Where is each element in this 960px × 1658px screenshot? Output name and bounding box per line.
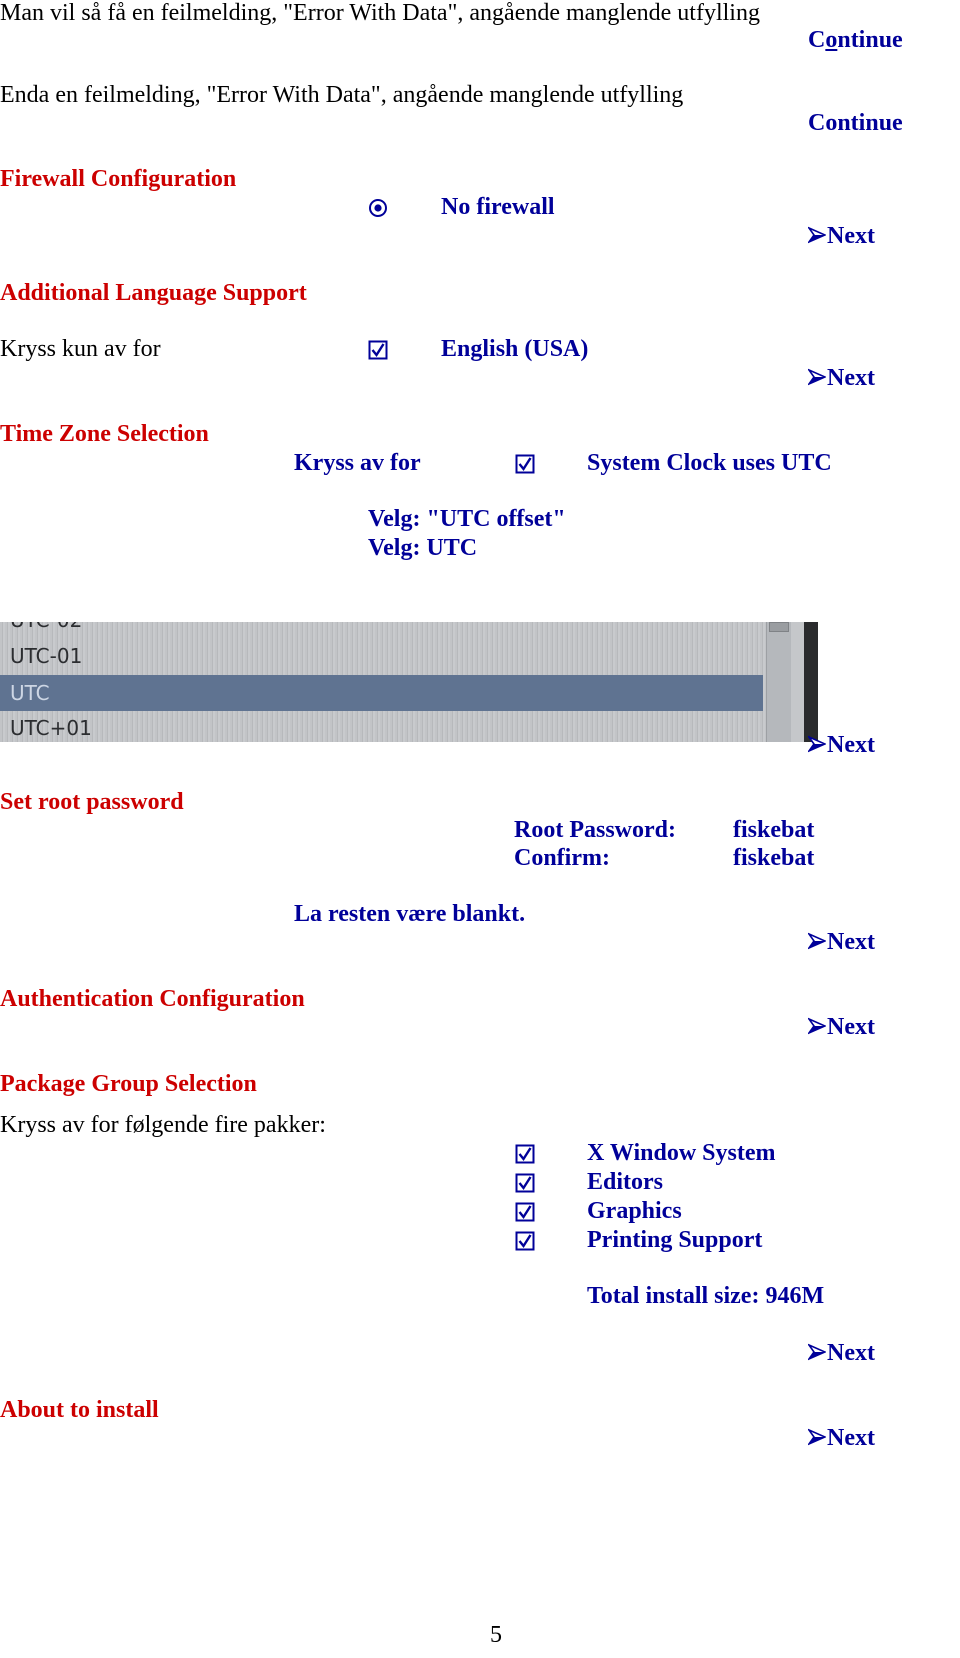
- root-password-label: Root Password:: [514, 817, 676, 843]
- arrow-right-icon: [808, 1017, 826, 1035]
- timezone-instruction: Kryss av for: [294, 450, 421, 476]
- checkbox-checked-icon[interactable]: [515, 1144, 535, 1164]
- checkbox-checked-icon[interactable]: [368, 340, 388, 360]
- arrow-right-icon: [808, 1428, 826, 1446]
- continue-label-pre: C: [808, 27, 826, 53]
- list-frame-gap: [791, 622, 804, 742]
- checkbox-checked-icon[interactable]: [515, 454, 535, 474]
- checkbox-checked-icon[interactable]: [515, 1202, 535, 1222]
- timezone-list-item[interactable]: UTC+01: [0, 710, 763, 742]
- timezone-list-item[interactable]: UTC-01: [0, 638, 763, 674]
- language-next-button[interactable]: Next: [808, 365, 875, 392]
- next-label: Next: [827, 732, 875, 758]
- timezone-select-instruction-1: Velg: "UTC offset": [368, 506, 566, 532]
- authentication-heading: Authentication Configuration: [0, 986, 305, 1012]
- timezone-list-screenshot: UTC-02 UTC-01 UTC UTC+01: [0, 622, 818, 742]
- firewall-option-label: No firewall: [441, 194, 555, 220]
- next-label: Next: [827, 929, 875, 955]
- arrow-right-icon: [808, 1343, 826, 1361]
- page-number: 5: [490, 1622, 502, 1648]
- timezone-list-item-selected[interactable]: UTC: [0, 675, 763, 711]
- language-heading: Additional Language Support: [0, 280, 307, 306]
- packages-heading: Package Group Selection: [0, 1071, 257, 1097]
- firewall-heading: Firewall Configuration: [0, 166, 237, 192]
- next-label: Next: [827, 1340, 875, 1366]
- arrow-right-icon: [808, 226, 826, 244]
- total-install-size: Total install size: 946M: [587, 1283, 825, 1309]
- timezone-list-scrollbar[interactable]: [766, 622, 791, 742]
- list-frame-edge: [804, 622, 818, 742]
- root-password-next-button[interactable]: Next: [808, 929, 875, 956]
- about-to-install-next-button[interactable]: Next: [808, 1425, 875, 1452]
- timezone-list-item[interactable]: UTC-02: [0, 622, 763, 638]
- timezone-next-button[interactable]: Next: [808, 732, 875, 759]
- continue-label-mnemonic: o: [825, 27, 838, 53]
- packages-instruction: Kryss av for følgende fire pakker:: [0, 1112, 326, 1138]
- continue-label-post: ntinue: [837, 27, 903, 53]
- next-label: Next: [827, 365, 875, 391]
- error-message-1: Man vil så få en feilmelding, "Error Wit…: [0, 0, 760, 26]
- language-option-label: English (USA): [441, 336, 589, 362]
- package-item: Printing Support: [587, 1227, 763, 1253]
- root-password-value: fiskebat: [733, 817, 815, 843]
- error-message-2: Enda en feilmelding, "Error With Data", …: [0, 82, 684, 108]
- package-item: Graphics: [587, 1198, 682, 1224]
- confirm-password-value: fiskebat: [733, 845, 815, 871]
- confirm-password-label: Confirm:: [514, 845, 610, 871]
- timezone-heading: Time Zone Selection: [0, 421, 209, 447]
- utc-clock-option-label: System Clock uses UTC: [587, 450, 832, 476]
- continue-button-1[interactable]: Continue: [808, 27, 903, 54]
- checkbox-checked-icon[interactable]: [515, 1173, 535, 1193]
- root-password-heading: Set root password: [0, 789, 184, 815]
- package-item: Editors: [587, 1169, 664, 1195]
- timezone-select-instruction-2: Velg: UTC: [368, 535, 478, 561]
- about-to-install-heading: About to install: [0, 1397, 159, 1423]
- checkbox-checked-icon[interactable]: [515, 1231, 535, 1251]
- language-instruction: Kryss kun av for: [0, 336, 161, 362]
- firewall-next-button[interactable]: Next: [808, 223, 875, 250]
- continue-button-2[interactable]: Continue: [808, 110, 903, 137]
- arrow-right-icon: [808, 735, 826, 753]
- arrow-right-icon: [808, 932, 826, 950]
- radio-selected-icon[interactable]: [368, 198, 388, 218]
- packages-next-button[interactable]: Next: [808, 1340, 875, 1367]
- next-label: Next: [827, 1425, 875, 1451]
- next-label: Next: [827, 1014, 875, 1040]
- scrollbar-thumb[interactable]: [769, 622, 789, 632]
- authentication-next-button[interactable]: Next: [808, 1014, 875, 1041]
- next-label: Next: [827, 223, 875, 249]
- package-item: X Window System: [587, 1140, 776, 1166]
- arrow-right-icon: [808, 368, 826, 386]
- root-password-note: La resten være blankt.: [294, 901, 526, 927]
